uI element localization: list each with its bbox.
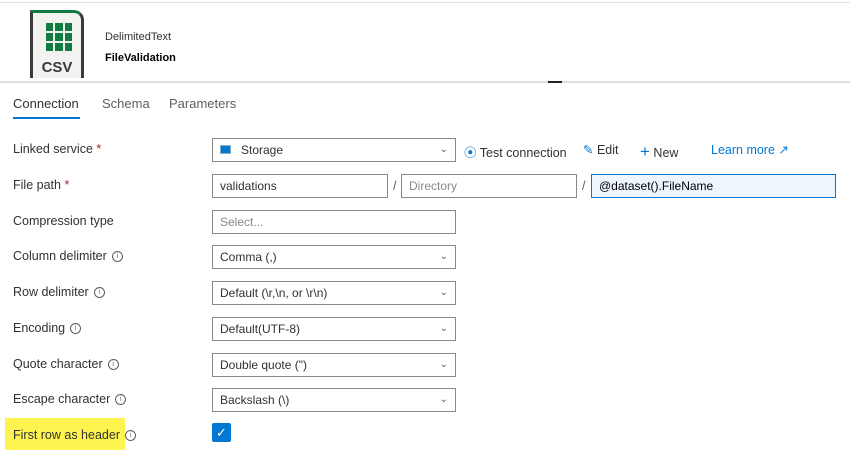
column-delimiter-label: Column delimiter i <box>13 249 123 263</box>
compression-select[interactable]: Select... <box>212 210 456 234</box>
learn-more-link[interactable]: Learn more ↗ <box>711 142 789 157</box>
chevron-down-icon: ⌄ <box>439 359 448 370</box>
info-icon[interactable]: i <box>124 430 136 441</box>
resize-handle[interactable] <box>548 81 562 83</box>
chevron-down-icon: ⌄ <box>439 323 448 334</box>
plus-icon: + <box>640 142 650 161</box>
info-icon[interactable]: i <box>111 251 123 262</box>
escape-character-select[interactable]: Backslash (\) ⌄ <box>212 388 456 412</box>
info-icon[interactable]: i <box>70 323 82 334</box>
directory-input[interactable]: Directory <box>401 174 577 198</box>
storage-icon <box>220 145 231 154</box>
chevron-down-icon: ⌄ <box>439 394 448 405</box>
first-row-header-label: First row as header i <box>13 428 136 442</box>
tab-parameters[interactable]: Parameters <box>169 96 236 111</box>
plug-icon: ⦿ <box>464 146 477 160</box>
row-delimiter-select[interactable]: Default (\r,\n, or \r\n) ⌄ <box>212 281 456 305</box>
info-icon[interactable]: i <box>107 359 119 370</box>
new-button[interactable]: + New <box>640 142 678 162</box>
top-divider <box>0 2 850 3</box>
container-input[interactable]: validations <box>212 174 388 198</box>
column-delimiter-select[interactable]: Comma (,) ⌄ <box>212 245 456 269</box>
quote-character-label: Quote character i <box>13 357 119 371</box>
file-name-input[interactable]: @dataset().FileName <box>591 174 836 198</box>
pencil-icon: ✎ <box>583 143 594 157</box>
chevron-down-icon: ⌄ <box>439 251 448 262</box>
external-link-icon: ↗ <box>778 143 789 157</box>
tab-connection[interactable]: Connection <box>13 96 79 111</box>
linked-service-select[interactable]: Storage ⌄ <box>212 138 456 162</box>
escape-character-label: Escape character i <box>13 392 127 406</box>
checkmark-icon: ✓ <box>216 425 227 440</box>
linked-service-label: Linked service * <box>13 142 102 156</box>
file-path-label: File path * <box>13 178 70 192</box>
active-tab-indicator <box>13 117 80 119</box>
dataset-name: FileValidation <box>105 52 176 64</box>
quote-character-select[interactable]: Double quote (") ⌄ <box>212 353 456 377</box>
info-icon[interactable]: i <box>115 394 127 405</box>
path-separator: / <box>582 179 586 193</box>
dataset-type: DelimitedText <box>105 31 172 43</box>
edit-button[interactable]: ✎ Edit <box>583 142 619 157</box>
info-icon[interactable]: i <box>93 287 105 298</box>
header-divider <box>0 81 850 83</box>
path-separator: / <box>393 179 397 193</box>
chevron-down-icon: ⌄ <box>439 287 448 298</box>
encoding-select[interactable]: Default(UTF-8) ⌄ <box>212 317 456 341</box>
first-row-header-checkbox[interactable]: ✓ <box>212 423 231 442</box>
row-delimiter-label: Row delimiter i <box>13 285 105 299</box>
csv-file-icon: CSV <box>30 10 84 78</box>
test-connection-button[interactable]: ⦿ Test connection <box>464 142 567 161</box>
encoding-label: Encoding i <box>13 321 82 335</box>
compression-label: Compression type <box>13 214 114 228</box>
tab-schema[interactable]: Schema <box>102 96 150 111</box>
chevron-down-icon: ⌄ <box>439 144 448 155</box>
